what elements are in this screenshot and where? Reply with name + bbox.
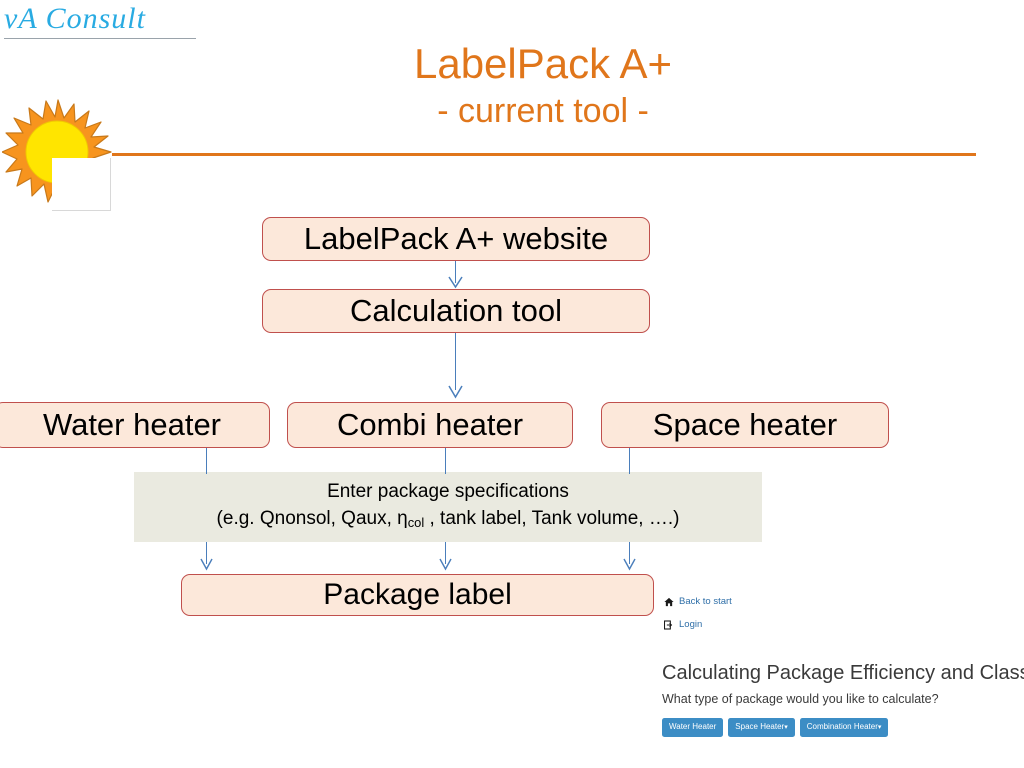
logo-text: vA Consult bbox=[4, 2, 146, 35]
title-subtitle: - current tool - bbox=[437, 92, 649, 130]
page-title: LabelPack A+ - current tool - bbox=[110, 38, 976, 132]
login-label: Login bbox=[679, 619, 703, 630]
flow-node-combi-heater: Combi heater bbox=[287, 402, 573, 448]
title-main: LabelPack A+ bbox=[413, 40, 673, 87]
connector-calctool-to-combi bbox=[455, 333, 457, 390]
embedded-web-screenshot: Back to start Login Calculating Package … bbox=[660, 592, 1024, 752]
combination-heater-button-label: Combination Heater bbox=[806, 722, 878, 731]
back-to-start-link[interactable]: Back to start bbox=[664, 596, 732, 607]
specifications-eta-subscript: col bbox=[407, 515, 425, 531]
water-heater-button[interactable]: Water Heater bbox=[662, 718, 724, 737]
specifications-line-2: (e.g. Qnonsol, Qaux, ηcol , tank label, … bbox=[217, 505, 680, 536]
flow-node-enter-specifications: Enter package specifications (e.g. Qnons… bbox=[134, 472, 762, 542]
login-link[interactable]: Login bbox=[664, 619, 702, 630]
flow-node-website-label: LabelPack A+ website bbox=[303, 221, 609, 256]
flow-node-space-heater: Space heater bbox=[601, 402, 889, 448]
combination-heater-caret-icon: ▾ bbox=[877, 724, 882, 731]
space-heater-caret-icon: ▾ bbox=[784, 724, 788, 731]
space-heater-button[interactable]: Space Heater▾ bbox=[728, 718, 795, 737]
sign-in-icon bbox=[664, 619, 674, 630]
space-heater-button-label: Space Heater bbox=[735, 722, 785, 731]
flow-node-water-heater: Water heater bbox=[0, 402, 270, 448]
connector-water-to-specs bbox=[206, 448, 208, 474]
specifications-line-1: Enter package specifications bbox=[327, 480, 569, 502]
flow-node-calculation-tool-label: Calculation tool bbox=[350, 293, 562, 328]
flow-node-water-heater-label: Water heater bbox=[42, 407, 222, 442]
combination-heater-button[interactable]: Combination Heater▾ bbox=[799, 718, 889, 737]
flow-node-package-label: Package label bbox=[181, 574, 654, 616]
flow-node-package-label-text: Package label bbox=[323, 578, 512, 611]
back-to-start-label: Back to start bbox=[679, 596, 732, 607]
sun-overlay-rectangle bbox=[52, 158, 111, 211]
flow-node-combi-heater-label: Combi heater bbox=[336, 407, 524, 442]
specifications-line-2-prefix: (e.g. Qnonsol, Qaux, η bbox=[216, 507, 408, 529]
title-divider bbox=[112, 153, 976, 156]
flow-node-space-heater-label: Space heater bbox=[652, 407, 838, 442]
connector-space-to-specs bbox=[629, 448, 631, 474]
web-page-heading: Calculating Package Efficiency and Class bbox=[662, 662, 1024, 684]
specifications-line-2-suffix: , tank label, Tank volume, ….) bbox=[424, 507, 680, 529]
home-icon bbox=[664, 597, 674, 607]
water-heater-button-label: Water Heater bbox=[669, 722, 717, 731]
connector-combi-to-specs bbox=[445, 448, 447, 474]
package-type-button-group: Water Heater Space Heater▾ Combination H… bbox=[662, 718, 889, 737]
flow-node-calculation-tool: Calculation tool bbox=[262, 289, 650, 333]
flow-node-website: LabelPack A+ website bbox=[262, 217, 650, 261]
web-package-question: What type of package would you like to c… bbox=[662, 692, 939, 706]
